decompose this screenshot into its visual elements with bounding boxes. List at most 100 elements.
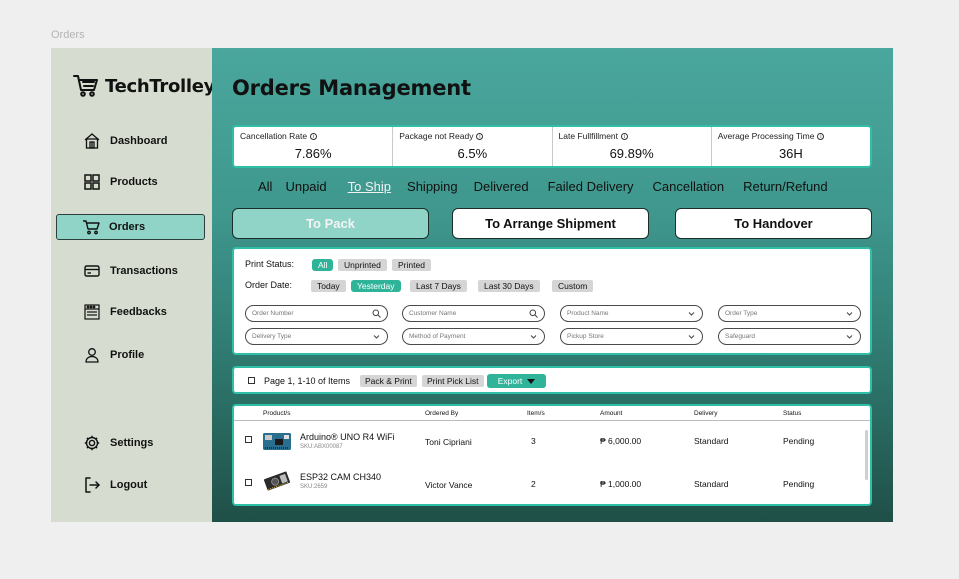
info-icon[interactable]: i (817, 132, 825, 140)
sidebar-item-profile[interactable]: Profile (56, 342, 205, 368)
gear-icon (83, 434, 101, 452)
status-tabs: All Unpaid To Ship Shipping Delivered Fa… (258, 179, 828, 194)
customer-name-input[interactable]: Customer Name (402, 305, 545, 322)
order-date-yesterday[interactable]: Yesterday (351, 280, 401, 292)
sidebar: TechTrolley Dashboard Products Orders Tr (51, 48, 215, 522)
kpi-value: 7.86% (294, 146, 332, 161)
safeguard-select[interactable]: Safeguard (718, 328, 861, 345)
kpi-label: Average Processing Time (717, 131, 815, 141)
print-status-unprinted[interactable]: Unprinted (338, 259, 387, 271)
sidebar-item-label: Orders (109, 221, 146, 233)
order-status: Pending (783, 479, 815, 489)
print-status-label: Print Status: (245, 259, 295, 269)
delivery-type-select[interactable]: Delivery Type (245, 328, 388, 345)
header-divider (234, 420, 870, 421)
row-checkbox[interactable] (245, 436, 252, 443)
kpi-average-processing-time: Average Processing Time i 36H (712, 127, 870, 166)
brand-name: TechTrolley (105, 75, 216, 97)
tab-unpaid[interactable]: Unpaid (285, 179, 326, 194)
kpi-late-fulfillment: Late Fullfillment i 69.89% (553, 127, 712, 166)
sidebar-item-label: Profile (110, 349, 145, 361)
sidebar-item-label: Logout (110, 479, 148, 491)
tab-to-ship[interactable]: To Ship (348, 179, 391, 194)
info-icon[interactable]: i (621, 132, 629, 140)
user-icon (83, 346, 101, 364)
print-status-printed[interactable]: Printed (392, 259, 431, 271)
amount: ₱ 1,000.00 (600, 479, 642, 489)
order-type-select[interactable]: Order Type (718, 305, 861, 322)
sidebar-item-products[interactable]: Products (56, 169, 205, 195)
sidebar-item-label: Feedbacks (110, 306, 167, 318)
table-scrollbar[interactable] (865, 430, 868, 480)
kpi-label: Late Fullfillment (558, 131, 619, 141)
pickup-store-select[interactable]: Pickup Store (560, 328, 703, 345)
product-name[interactable]: Arduino® UNO R4 WiFi (300, 432, 395, 442)
actions-bar: Page 1, 1-10 of Items Pack & Print Print… (232, 366, 872, 394)
kpi-label: Cancellation Rate (240, 131, 308, 141)
sidebar-item-feedbacks[interactable]: Feedbacks (56, 299, 205, 325)
pack-print-button[interactable]: Pack & Print (360, 375, 417, 387)
grid-icon (83, 173, 101, 191)
product-name-select[interactable]: Product Name (560, 305, 703, 322)
field-placeholder: Pickup Store (567, 333, 604, 340)
kpi-label: Package not Ready (399, 131, 474, 141)
sidebar-item-orders[interactable]: Orders (56, 214, 205, 240)
sidebar-item-label: Products (110, 176, 158, 188)
sidebar-item-dashboard[interactable]: Dashboard (56, 128, 205, 154)
product-name[interactable]: ESP32 CAM CH340 (300, 472, 381, 482)
cart-icon (82, 218, 100, 236)
field-placeholder: Order Number (252, 310, 294, 317)
tab-shipping[interactable]: Shipping (407, 179, 458, 194)
page-title: Orders Management (232, 76, 471, 100)
order-date-last-7-days[interactable]: Last 7 Days (410, 280, 467, 292)
payment-method-select[interactable]: Method of Payment (402, 328, 545, 345)
kpi-value: 69.89% (609, 146, 654, 161)
chevron-down-icon (372, 332, 381, 341)
field-placeholder: Product Name (567, 310, 609, 317)
info-icon[interactable]: i (310, 132, 318, 140)
tab-delivered[interactable]: Delivered (474, 179, 529, 194)
main-content: Orders Management Cancellation Rate i 7.8… (212, 48, 893, 522)
frame-label: Orders (51, 29, 85, 41)
subtab-to-arrange-shipment[interactable]: To Arrange Shipment (452, 208, 649, 239)
order-date-label: Order Date: (245, 280, 293, 290)
delivery-type: Standard (694, 436, 729, 446)
brand-logo[interactable]: TechTrolley (73, 74, 215, 98)
ordered-by: Toni Cipriani (425, 437, 472, 447)
chevron-down-icon (687, 309, 696, 318)
column-header: Amount (600, 410, 623, 417)
order-date-custom[interactable]: Custom (552, 280, 594, 292)
export-label: Export (497, 376, 523, 386)
select-all-checkbox[interactable] (248, 377, 255, 384)
column-header: Product/s (263, 410, 291, 417)
chevron-down-icon (845, 332, 854, 341)
sidebar-item-logout[interactable]: Logout (56, 472, 205, 498)
sidebar-item-transactions[interactable]: Transactions (56, 258, 205, 284)
tab-cancellation[interactable]: Cancellation (653, 179, 725, 194)
sidebar-item-label: Settings (110, 437, 154, 449)
kpi-value: 6.5% (457, 146, 488, 161)
column-header: Item/s (527, 410, 545, 417)
search-icon (372, 309, 381, 318)
print-pick-list-button[interactable]: Print Pick List (422, 375, 484, 387)
kpi-cancellation-rate: Cancellation Rate i 7.86% (234, 127, 394, 166)
order-date-last-30-days[interactable]: Last 30 Days (478, 280, 540, 292)
kpi-value: 36H (778, 146, 803, 161)
tab-return-refund[interactable]: Return/Refund (743, 179, 828, 194)
info-icon[interactable]: i (476, 132, 484, 140)
product-thumbnail (263, 433, 291, 450)
product-thumbnail (263, 471, 291, 491)
print-status-all[interactable]: All (312, 259, 334, 271)
subtab-to-handover[interactable]: To Handover (675, 208, 872, 239)
tab-all[interactable]: All (258, 179, 272, 194)
sidebar-item-settings[interactable]: Settings (56, 430, 205, 456)
app-window: TechTrolley Dashboard Products Orders Tr (51, 48, 893, 522)
order-date-today[interactable]: Today (311, 280, 346, 292)
tab-failed-delivery[interactable]: Failed Delivery (548, 179, 634, 194)
row-checkbox[interactable] (245, 479, 252, 486)
order-number-input[interactable]: Order Number (245, 305, 388, 322)
export-button[interactable]: Export (487, 374, 546, 388)
field-placeholder: Delivery Type (252, 333, 292, 340)
subtab-to-pack[interactable]: To Pack (232, 208, 429, 239)
sidebar-item-label: Dashboard (110, 135, 168, 147)
